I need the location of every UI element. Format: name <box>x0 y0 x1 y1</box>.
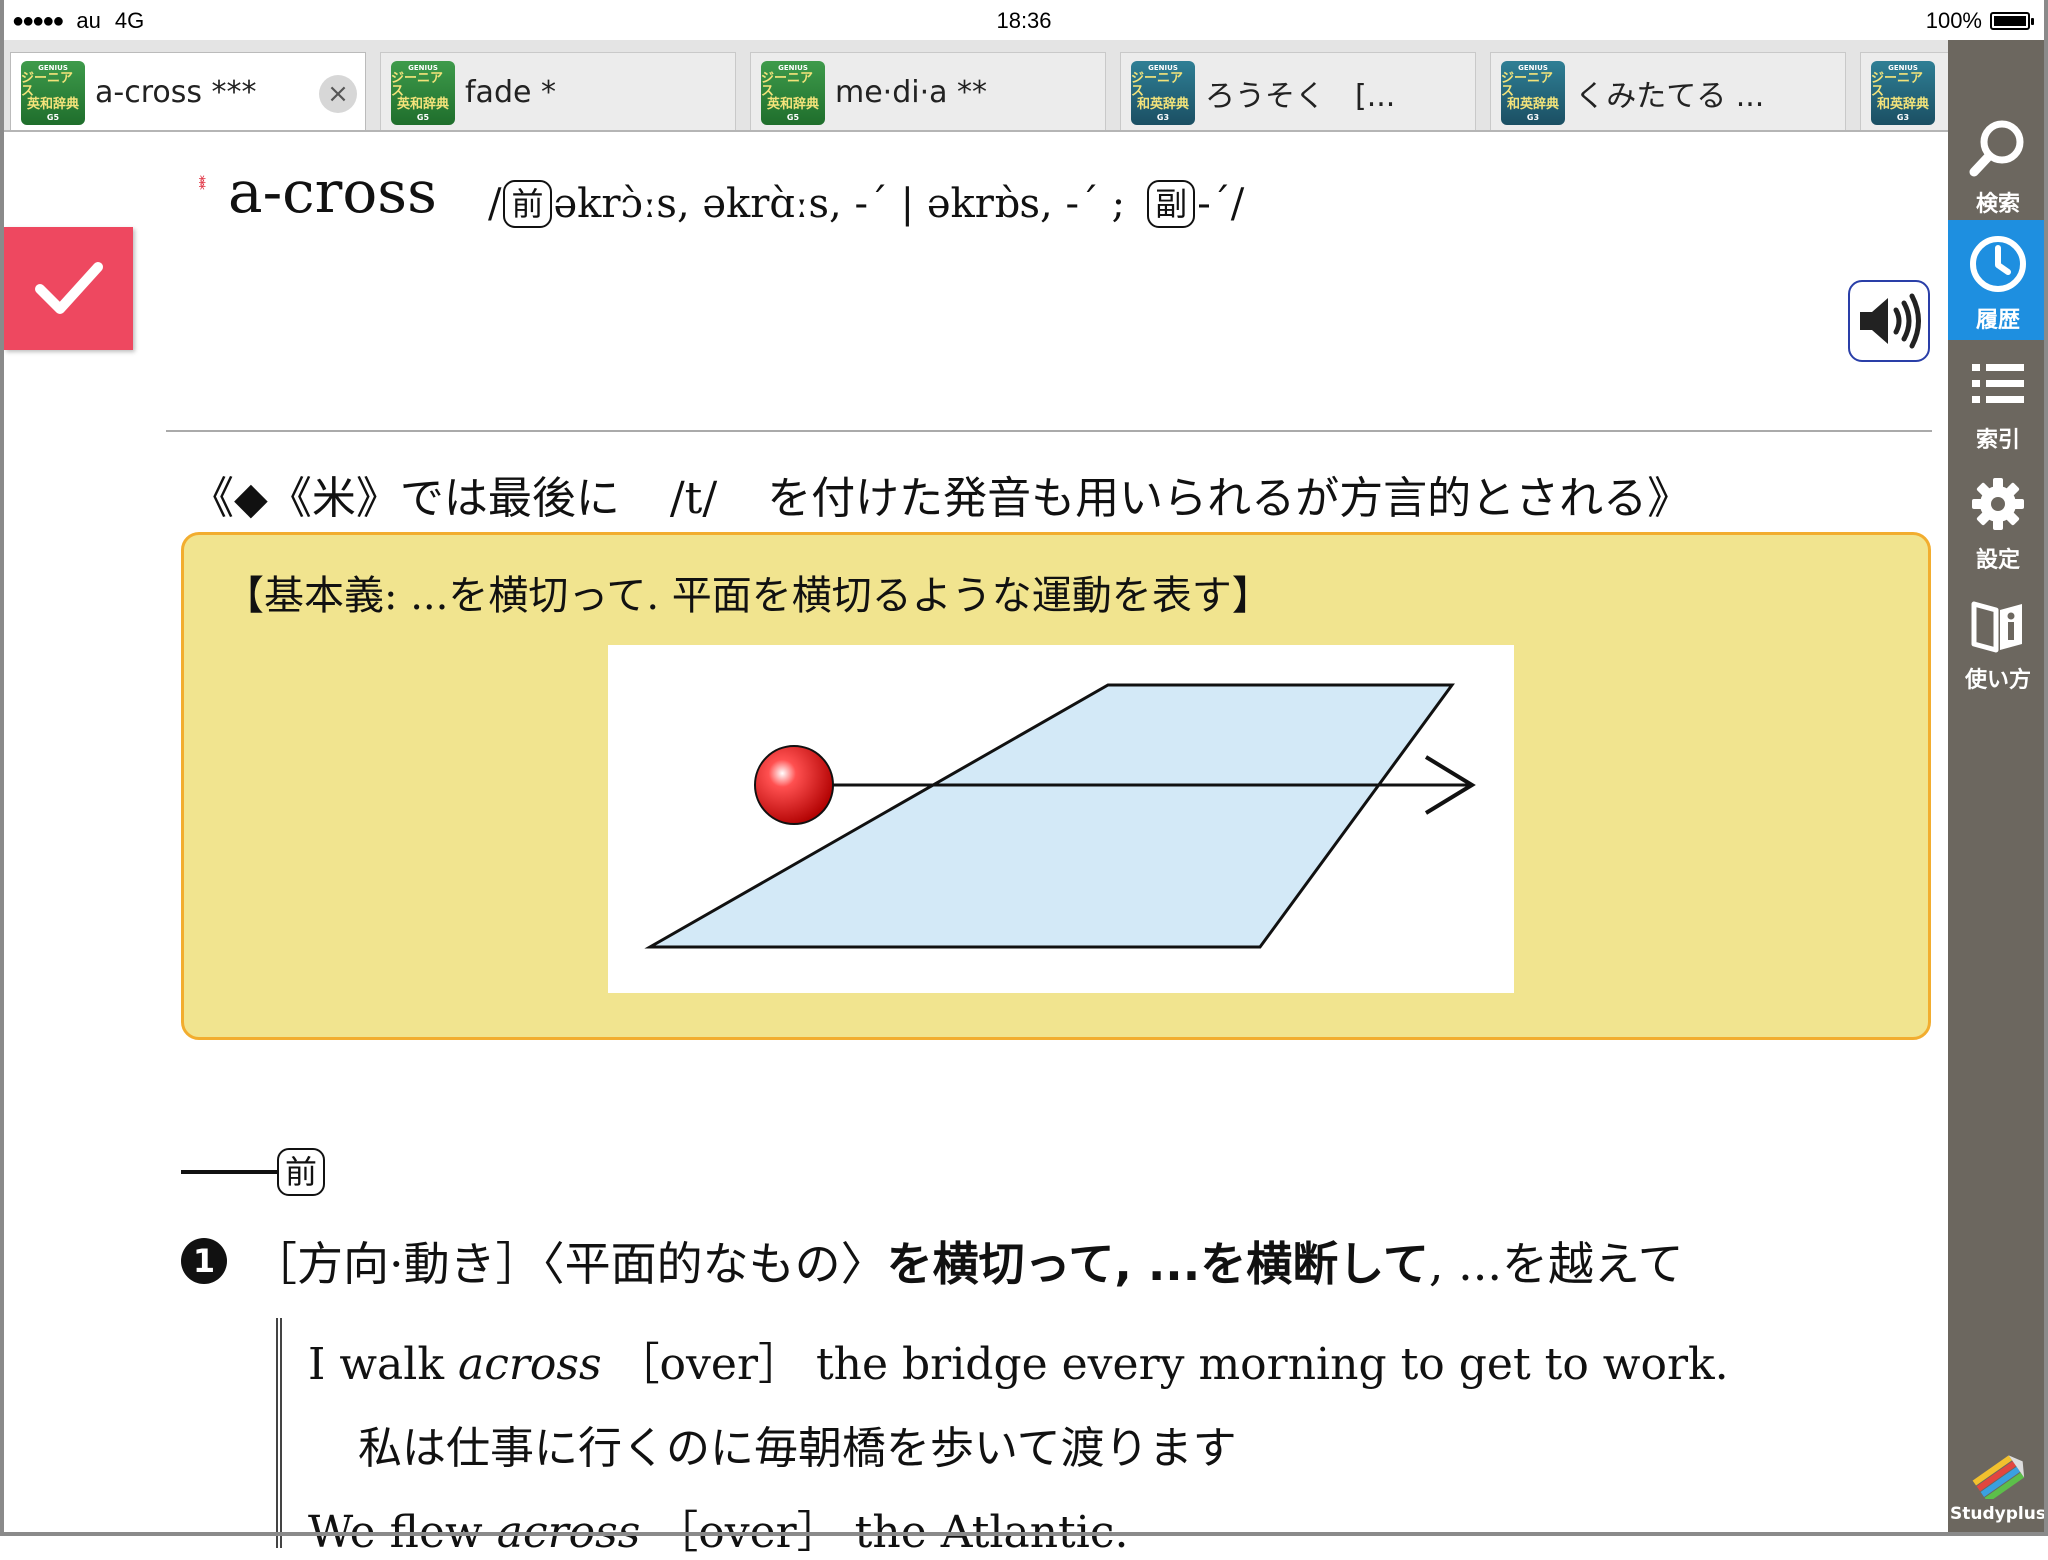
example-text: I walk <box>308 1339 444 1390</box>
pronunciation-note: 《◆《米》では最後に/t/を付けた発音も用いられるが方言的とされる》 <box>190 462 1691 526</box>
sidebar-item-label: 設定 <box>1975 548 2020 573</box>
battery-icon <box>1990 12 2034 30</box>
sidebar-item-history[interactable]: 履歴 <box>1948 220 2048 340</box>
sidebar-item-label: 使い方 <box>1964 668 2031 693</box>
genius-dictionary-icon: GENIUS ジーニアス 英和辞典 G5 <box>391 60 455 125</box>
info-book-icon <box>1971 601 2022 653</box>
example-1-en: I walk across ［over］ the bridge every mo… <box>308 1328 1729 1392</box>
example-keyword: across <box>496 1507 641 1558</box>
battery-percent: 100% <box>1925 8 1982 33</box>
sidebar-item-settings[interactable]: 設定 <box>1948 460 2048 580</box>
sense-number: 1 <box>181 1238 227 1284</box>
example-1-ja: 私は仕事に行くのに毎朝橋を歩いて渡ります <box>358 1423 1237 1474</box>
example-text: ［over］ the bridge every morning to get t… <box>615 1339 1729 1390</box>
note-part: を付けた発音も用いられるが方言的とされる》 <box>767 473 1692 524</box>
genius-jp-en-dictionary-icon: GENIUS ジーニアス 和英辞典 G3 <box>1871 60 1935 125</box>
pos-adverb-badge: 副 <box>1147 180 1196 228</box>
divider <box>166 430 1932 432</box>
pronunciation: / 前 əkrɔ̀ːs, əkrɑ̀ːs, -ˊ | əkrɒ̀s, -ˊ ; … <box>488 180 1244 228</box>
section-preposition-header: 前 <box>181 1148 327 1196</box>
list-icon <box>1972 364 2024 403</box>
tab-bar: GENIUS ジーニアス 英和辞典 G5 a-cross *** × GENIUS ジー… <box>4 40 1948 132</box>
note-part: 《◆《米》では最後に <box>190 473 620 524</box>
audio-play-button[interactable] <box>1848 280 1930 362</box>
tab-label: fade * <box>465 75 556 110</box>
sidebar-item-label: 検索 <box>1975 192 2020 217</box>
sense-context: ［方向·動き］〈平面的なもの〉 <box>251 1237 887 1291</box>
close-tab-icon[interactable]: × <box>319 75 357 113</box>
checkmark-icon <box>34 261 103 314</box>
sidebar-item-search[interactable]: 検索 <box>1948 104 2048 224</box>
tab-label: くみたてる ... <box>1575 78 1765 114</box>
studyplus-button[interactable]: Studyplus <box>1948 1451 2048 1524</box>
gear-icon <box>1972 478 2024 530</box>
across-diagram <box>608 645 1514 993</box>
tab-media[interactable]: GENIUS ジーニアス 英和辞典 G5 me·di·a ** <box>750 52 1106 130</box>
pron-adverb: -ˊ/ <box>1197 181 1245 227</box>
sense-1: 1 ［方向·動き］〈平面的なもの〉 を横切って, ...を横断して, ...を越え… <box>181 1228 1684 1294</box>
pron-slash: / <box>488 181 502 227</box>
bookmark-check-button[interactable] <box>4 227 133 350</box>
core-meaning-box: 【基本義: ...を横切って. 平面を横切るような運動を表す】 <box>181 532 1931 1040</box>
example-list: I walk across ［over］ the bridge every mo… <box>276 1318 1882 1558</box>
tab-a-cross[interactable]: GENIUS ジーニアス 英和辞典 G5 a-cross *** × <box>10 52 366 130</box>
tab-overflow[interactable]: GENIUS ジーニアス 和英辞典 G3 <box>1860 52 1948 130</box>
genius-jp-en-dictionary-icon: GENIUS ジーニアス 和英辞典 G3 <box>1501 60 1565 125</box>
pos-preposition-badge: 前 <box>503 180 552 228</box>
speaker-icon <box>1860 293 1921 349</box>
sidebar-item-label: 履歴 <box>1975 308 2020 333</box>
sidebar-item-help[interactable]: 使い方 <box>1948 580 2048 700</box>
sense-meaning-extra: , ...を越えて <box>1428 1237 1684 1291</box>
studyplus-label: Studyplus <box>1950 1504 2046 1524</box>
studyplus-pencils-icon <box>1972 1455 2025 1503</box>
pron-text: əkrɔ̀ːs, əkrɑ̀ːs, -ˊ | əkrɒ̀s, -ˊ ; <box>553 181 1126 227</box>
status-bar: ●●●●● au 4G 18:36 100% <box>0 0 2048 40</box>
moving-ball <box>754 745 834 825</box>
tab-kumitateru[interactable]: GENIUS ジーニアス 和英辞典 G3 くみたてる ... <box>1490 52 1846 130</box>
sidebar-item-label: 索引 <box>1975 428 2020 453</box>
example-text: ［over］ the Atlantic. <box>654 1507 1129 1558</box>
tab-label: a-cross *** <box>95 75 257 110</box>
tab-label: ろうそく [... <box>1205 78 1396 114</box>
example-keyword: across <box>458 1339 602 1390</box>
example-text: We flew <box>308 1507 483 1558</box>
genius-dictionary-icon: GENIUS ジーニアス 英和辞典 G5 <box>21 60 85 125</box>
sidebar-item-index[interactable]: 索引 <box>1948 340 2048 460</box>
clock-icon <box>1970 236 2026 292</box>
frequency-stars: *** <box>191 175 207 187</box>
across-illustration <box>644 683 1476 949</box>
tab-fade[interactable]: GENIUS ジーニアス 英和辞典 G5 fade * <box>380 52 736 130</box>
example-2-en: We flew across ［over］ the Atlantic. <box>308 1496 1128 1560</box>
headword: a-cross <box>228 158 437 226</box>
genius-dictionary-icon: GENIUS ジーニアス 英和辞典 G5 <box>761 60 825 125</box>
genius-jp-en-dictionary-icon: GENIUS ジーニアス 和英辞典 G3 <box>1131 60 1195 125</box>
search-icon <box>1969 120 2024 177</box>
note-phoneme: /t/ <box>669 473 718 524</box>
sidebar: 検索 履歴 索引 設定 使い方 Studyplus <box>1948 40 2048 1536</box>
tab-label: me·di·a ** <box>835 75 988 110</box>
tab-rousoku[interactable]: GENIUS ジーニアス 和英辞典 G3 ろうそく [... <box>1120 52 1476 130</box>
core-meaning-title: 【基本義: ...を横切って. 平面を横切るような運動を表す】 <box>224 573 1272 619</box>
section-rule <box>181 1170 277 1174</box>
sense-meaning: を横切って, ...を横断して <box>886 1237 1429 1291</box>
clock: 18:36 <box>996 8 1052 33</box>
pos-preposition-badge: 前 <box>277 1148 326 1196</box>
